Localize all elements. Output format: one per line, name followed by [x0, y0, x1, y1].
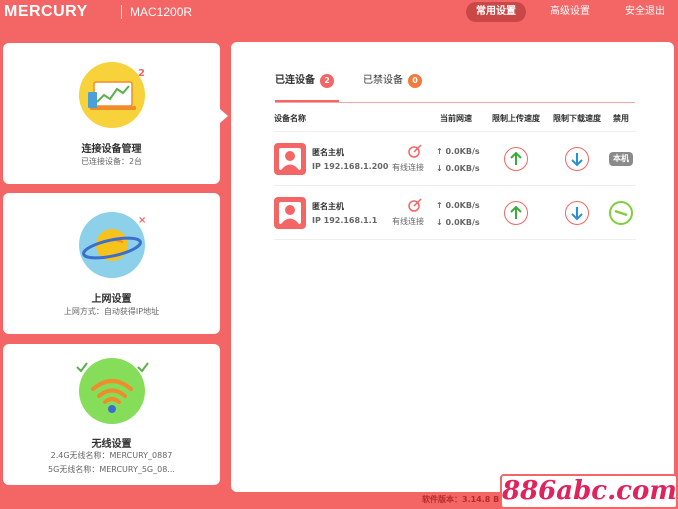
tab-blocked-devices[interactable]: 已禁设备 0 — [363, 71, 422, 88]
card-internet-settings[interactable]: × 上网设置 上网方式：自动获得IP地址 — [3, 193, 220, 334]
site-watermark: 886abc.com — [500, 474, 678, 509]
nav-logout[interactable]: 安全退出 — [620, 2, 670, 22]
ban-device-button[interactable] — [609, 201, 633, 225]
edit-icon[interactable] — [408, 144, 422, 158]
connection-type: 有线连接 — [392, 217, 424, 226]
card-sub-wan-mode: 上网方式：自动获得IP地址 — [63, 307, 160, 316]
planet-icon — [79, 212, 145, 278]
device-ip: IP 192.168.1.200 — [312, 162, 389, 171]
card-title-device-management: 连接设备管理 — [81, 144, 142, 155]
down-arrow-icon — [571, 207, 583, 221]
device-ip: IP 192.168.1.1 — [312, 216, 378, 225]
column-header-name: 设备名称 — [274, 114, 306, 123]
up-arrow-icon — [510, 151, 522, 165]
model-name: MAC1200R — [130, 5, 193, 19]
download-speed: ↓ 0.0KB/s — [436, 218, 480, 227]
limit-download-button[interactable] — [565, 147, 589, 171]
card-sub-ssid-24g: 2.4G无线名称：MERCURY_0887 — [50, 451, 173, 460]
table-row: 匿名主机 IP 192.168.1.200 有线连接 ↑ 0.0KB/s ↓ 0… — [274, 132, 636, 186]
down-arrow-icon — [571, 153, 583, 167]
local-device-badge: 本机 — [609, 152, 633, 166]
card-title-wireless: 无线设置 — [91, 439, 132, 450]
user-avatar-icon — [274, 197, 306, 229]
up-arrow-icon — [510, 205, 522, 219]
nav-advanced-settings[interactable]: 高级设置 — [545, 2, 595, 22]
check-icon — [76, 362, 88, 373]
tab-count-badge: 2 — [320, 74, 334, 88]
mercury-logo: MERCURY — [4, 3, 88, 20]
tab-label: 已连设备 — [275, 75, 315, 86]
tab-count-badge: 0 — [408, 74, 422, 88]
download-speed: ↓ 0.0KB/s — [436, 164, 480, 173]
tab-label: 已禁设备 — [363, 75, 403, 86]
user-avatar-icon — [274, 143, 306, 175]
header-divider — [121, 5, 122, 19]
table-row: 匿名主机 IP 192.168.1.1 有线连接 ↑ 0.0KB/s ↓ 0.0… — [274, 186, 636, 240]
check-icon — [137, 362, 149, 373]
firmware-version: 软件版本：3.14.8 Bu — [422, 495, 505, 504]
card-sub-connected: 已连接设备：2台 — [80, 157, 143, 166]
laptop-chart-icon — [79, 62, 145, 128]
connection-type: 有线连接 — [392, 163, 424, 172]
device-panel: 已连设备 2 已禁设备 0 设备名称 当前网速 限制上传速度 限制下载速度 禁用 匿… — [231, 42, 674, 492]
device-name: 匿名主机 — [312, 148, 344, 157]
device-count-badge: 2 — [138, 68, 145, 79]
nav-common-settings[interactable]: 常用设置 — [466, 2, 526, 22]
tab-divider — [275, 102, 635, 103]
limit-download-button[interactable] — [565, 201, 589, 225]
limit-upload-button[interactable] — [504, 147, 528, 171]
upload-speed: ↑ 0.0KB/s — [436, 201, 480, 210]
card-device-management[interactable]: 2 连接设备管理 已连接设备：2台 — [3, 43, 220, 184]
upload-speed: ↑ 0.0KB/s — [436, 147, 480, 156]
tab-connected-devices[interactable]: 已连设备 2 — [275, 71, 334, 88]
card-wireless-settings[interactable]: 无线设置 2.4G无线名称：MERCURY_0887 5G无线名称：MERCUR… — [3, 344, 220, 485]
active-card-pointer — [220, 109, 228, 123]
column-header-speed: 当前网速 — [440, 114, 472, 123]
top-header: MERCURY MAC1200R 常用设置 高级设置 安全退出 — [0, 0, 678, 26]
internet-status-icon: × — [138, 215, 147, 226]
column-header-upload-limit: 限制上传速度 — [492, 114, 540, 123]
card-title-internet: 上网设置 — [91, 294, 132, 305]
ban-icon — [614, 209, 628, 217]
card-sub-ssid-5g: 5G无线名称：MERCURY_5G_08... — [48, 465, 175, 474]
column-header-download-limit: 限制下载速度 — [553, 114, 601, 123]
limit-upload-button[interactable] — [504, 201, 528, 225]
column-header-ban: 禁用 — [613, 114, 629, 123]
edit-icon[interactable] — [408, 198, 422, 212]
device-name: 匿名主机 — [312, 202, 344, 211]
